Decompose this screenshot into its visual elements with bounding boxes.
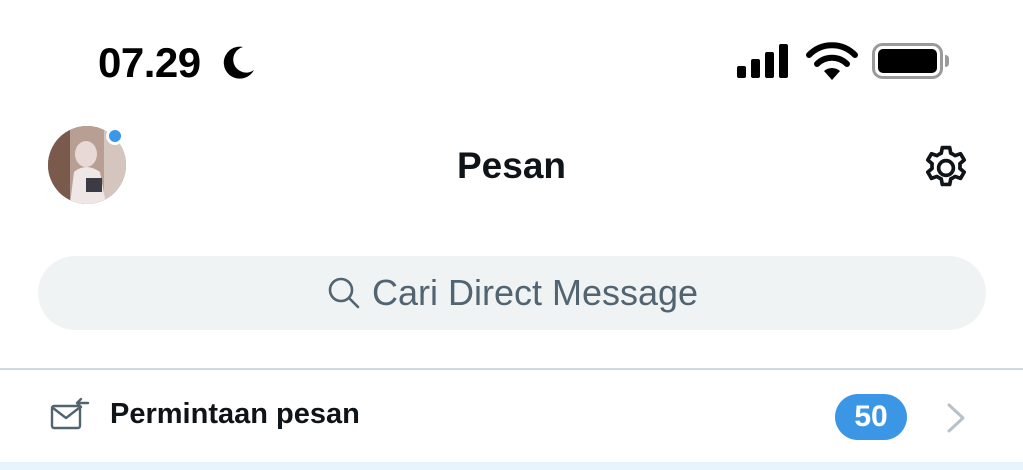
header: Pesan — [0, 120, 1023, 212]
search-placeholder: Cari Direct Message — [371, 272, 699, 313]
status-bar: 07.29 — [0, 0, 1023, 120]
conversation-list-start — [0, 462, 1023, 470]
mail-request-icon — [50, 397, 90, 430]
online-indicator-dot — [106, 127, 124, 145]
signal-icon — [737, 44, 788, 78]
moon-icon — [223, 46, 254, 79]
search-icon — [328, 277, 360, 309]
status-time: 07.29 — [98, 39, 201, 86]
chevron-right-icon — [947, 403, 965, 433]
battery-icon — [872, 43, 949, 79]
page-title: Pesan — [456, 145, 566, 186]
requests-label: Permintaan pesan — [110, 398, 360, 430]
settings-button[interactable] — [918, 140, 974, 196]
message-requests-row[interactable]: Permintaan pesan 50 — [0, 370, 1023, 462]
wifi-icon — [806, 42, 858, 80]
search-input[interactable]: Cari Direct Message — [38, 256, 986, 330]
gear-icon — [925, 145, 967, 187]
requests-count-badge: 50 — [835, 394, 907, 440]
